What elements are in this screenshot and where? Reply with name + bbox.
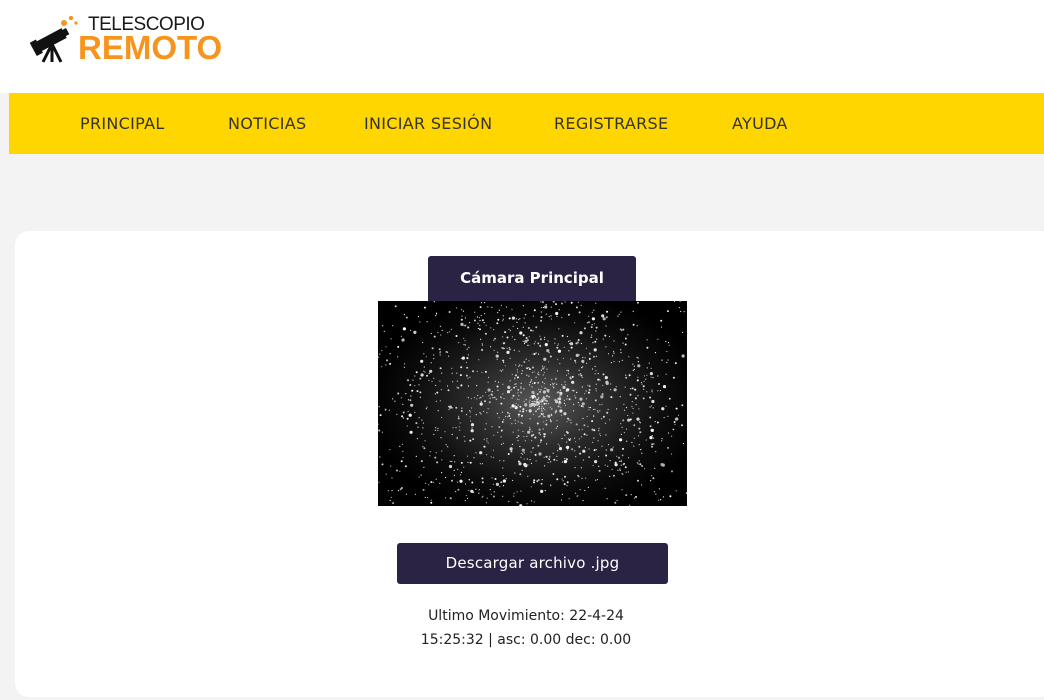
nav-item-iniciar-sesion[interactable]: INICIAR SESIÓN [364, 93, 492, 154]
nav-item-ayuda[interactable]: AYUDA [732, 93, 788, 154]
main-nav: PRINCIPAL NOTICIAS INICIAR SESIÓN REGIST… [9, 93, 1044, 154]
logo[interactable]: TELESCOPIO REMOTO [30, 10, 230, 70]
nav-item-noticias[interactable]: NOTICIAS [228, 93, 306, 154]
tab-camara-principal[interactable]: Cámara Principal [428, 256, 636, 301]
status-line-coords: 15:25:32 | asc: 0.00 dec: 0.00 [420, 632, 632, 648]
nav-item-principal[interactable]: PRINCIPAL [80, 93, 165, 154]
nav-item-registrarse[interactable]: REGISTRARSE [554, 93, 668, 154]
last-movement-status: Ultimo Movimiento: 22-4-24 15:25:32 | as… [376, 604, 676, 652]
header: TELESCOPIO REMOTO [0, 0, 1044, 93]
logo-title-bottom: REMOTO [78, 29, 223, 66]
status-line-date: Ultimo Movimiento: 22-4-24 [428, 608, 624, 624]
telescope-icon [30, 16, 78, 63]
download-jpg-button[interactable]: Descargar archivo .jpg [397, 543, 668, 584]
camera-image [378, 301, 687, 506]
